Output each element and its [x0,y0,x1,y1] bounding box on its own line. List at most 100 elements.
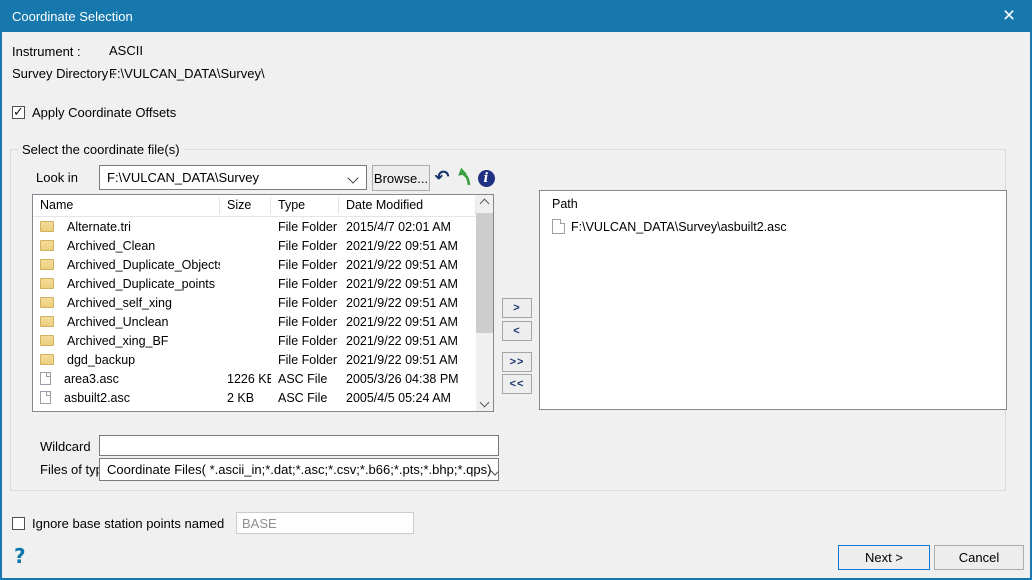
table-row[interactable]: Alternate.tri File Folder2015/4/7 02:01 A… [33,217,476,236]
table-row[interactable]: Archived_Duplicate_Objects File Folder202… [33,255,476,274]
list-item[interactable]: F:\VULCAN_DATA\Survey\asbuilt2.asc [552,217,1006,236]
file-icon [552,219,565,234]
help-icon[interactable]: ? [14,544,26,568]
folder-icon [40,354,54,365]
folder-icon [40,259,54,270]
file-name: Archived_Clean [60,239,155,253]
file-type: File Folder [271,239,339,253]
cancel-button[interactable]: Cancel [934,545,1024,570]
file-date-modified: 2021/9/22 09:51 AM [339,239,476,253]
browse-button-label: Browse... [374,171,428,186]
file-size: 1226 KB [220,372,271,386]
up-directory-icon[interactable] [455,166,475,186]
file-list-scrollbar[interactable] [476,195,493,411]
apply-offsets-label: Apply Coordinate Offsets [32,105,176,120]
folder-icon [40,240,54,251]
file-date-modified: 2021/9/22 09:51 AM [339,277,476,291]
look-in-value: F:\VULCAN_DATA\Survey [107,170,259,185]
coordinate-selection-dialog: Coordinate Selection × Instrument : ASCI… [0,0,1032,580]
file-date-modified: 2021/9/22 09:51 AM [339,258,476,272]
file-type: File Folder [271,315,339,329]
checkbox-box[interactable] [12,106,25,119]
file-type: ASC File [271,391,339,405]
path-column-header: Path [552,197,1006,211]
ignore-base-station-label: Ignore base station points named [32,516,224,531]
column-header-date-modified[interactable]: Date Modified [339,197,476,214]
file-date-modified: 2021/9/22 09:51 AM [339,315,476,329]
file-size: 2 KB [220,391,271,405]
wildcard-label: Wildcard [40,439,91,454]
close-icon[interactable]: × [986,0,1032,32]
file-date-modified: 2015/4/7 02:01 AM [339,220,476,234]
chevron-down-icon [347,172,358,183]
ignore-base-station-checkbox[interactable]: Ignore base station points named [12,516,224,531]
next-button[interactable]: Next > [838,545,930,570]
file-icon [40,372,51,385]
file-name: Archived_Duplicate_points [60,277,215,291]
file-icon [40,391,51,404]
file-type: File Folder [271,277,339,291]
table-row[interactable]: Archived_UncleanFile Folder2021/9/22 09:… [33,312,476,331]
info-icon[interactable]: i [476,168,496,188]
folder-icon [40,221,54,232]
file-date-modified: 2021/9/22 09:51 AM [339,353,476,367]
file-type: File Folder [271,296,339,310]
file-name: Archived_xing_BF [60,334,168,348]
next-button-label: Next > [865,550,903,565]
instrument-value: ASCII [109,43,143,58]
file-type: File Folder [271,258,339,272]
selected-paths-list[interactable]: Path F:\VULCAN_DATA\Survey\asbuilt2.asc [539,190,1007,410]
table-row[interactable]: Archived_Duplicate_points File Folder2021… [33,274,476,293]
file-name: Archived_self_xing [60,296,172,310]
remove-file-button[interactable]: < [502,321,532,341]
file-type: File Folder [271,220,339,234]
add-file-button[interactable]: > [502,298,532,318]
look-in-label: Look in [36,170,78,185]
file-list[interactable]: Name Size Type Date Modified Alternate.t… [32,194,494,412]
files-of-type-value: Coordinate Files( *.ascii_in;*.dat;*.asc… [107,462,491,477]
base-station-name-input [236,512,414,534]
table-row[interactable]: Archived_Clean File Folder2021/9/22 09:51… [33,236,476,255]
cancel-button-label: Cancel [959,550,999,565]
column-header-name[interactable]: Name [33,197,220,214]
checkbox-box[interactable] [12,517,25,530]
file-date-modified: 2021/9/22 09:51 AM [339,334,476,348]
browse-button[interactable]: Browse... [372,165,430,191]
file-list-header[interactable]: Name Size Type Date Modified [33,195,476,217]
file-list-body: Alternate.triFile Folder2015/4/7 02:01 A… [33,217,493,407]
table-row[interactable]: Archived_self_xing File Folder2021/9/22 0… [33,293,476,312]
undo-icon[interactable]: ↶ [432,167,452,187]
file-date-modified: 2005/3/26 04:38 PM [339,372,476,386]
wildcard-input[interactable] [99,435,499,456]
scroll-down-icon[interactable] [476,394,493,411]
folder-icon [40,297,54,308]
column-header-type[interactable]: Type [271,197,339,214]
look-in-combobox[interactable]: F:\VULCAN_DATA\Survey [99,165,367,190]
file-name: Alternate.tri [60,220,131,234]
file-type: ASC File [271,372,339,386]
table-row[interactable]: Archived_xing_BFFile Folder2021/9/22 09:… [33,331,476,350]
file-date-modified: 2021/9/22 09:51 AM [339,296,476,310]
groupbox-title: Select the coordinate file(s) [18,142,184,157]
table-row[interactable]: asbuilt2.asc 2 KBASC File2005/4/5 05:24 A… [33,388,476,407]
file-name: dgd_backup [60,353,135,367]
files-of-type-combobox[interactable]: Coordinate Files( *.ascii_in;*.dat;*.asc… [99,458,499,481]
folder-icon [40,316,54,327]
table-row[interactable]: dgd_backup File Folder2021/9/22 09:51 AM [33,350,476,369]
file-name: asbuilt2.asc [57,391,130,405]
scroll-up-icon[interactable] [476,195,493,212]
survey-directory-value: F:\VULCAN_DATA\Survey\ [109,66,265,81]
title-bar: Coordinate Selection × [0,0,1032,32]
scrollbar-thumb[interactable] [476,213,493,333]
column-header-size[interactable]: Size [220,197,271,214]
file-type: File Folder [271,353,339,367]
instrument-label: Instrument : [12,44,81,59]
file-date-modified: 2005/4/5 05:24 AM [339,391,476,405]
survey-directory-label: Survey Directory : [12,66,115,81]
remove-all-files-button[interactable]: << [502,374,532,394]
folder-icon [40,335,54,346]
file-name: Archived_Duplicate_Objects [60,258,220,272]
table-row[interactable]: area3.asc1226 KBASC File2005/3/26 04:38 … [33,369,476,388]
add-all-files-button[interactable]: >> [502,352,532,372]
apply-offsets-checkbox[interactable]: Apply Coordinate Offsets [12,105,176,120]
